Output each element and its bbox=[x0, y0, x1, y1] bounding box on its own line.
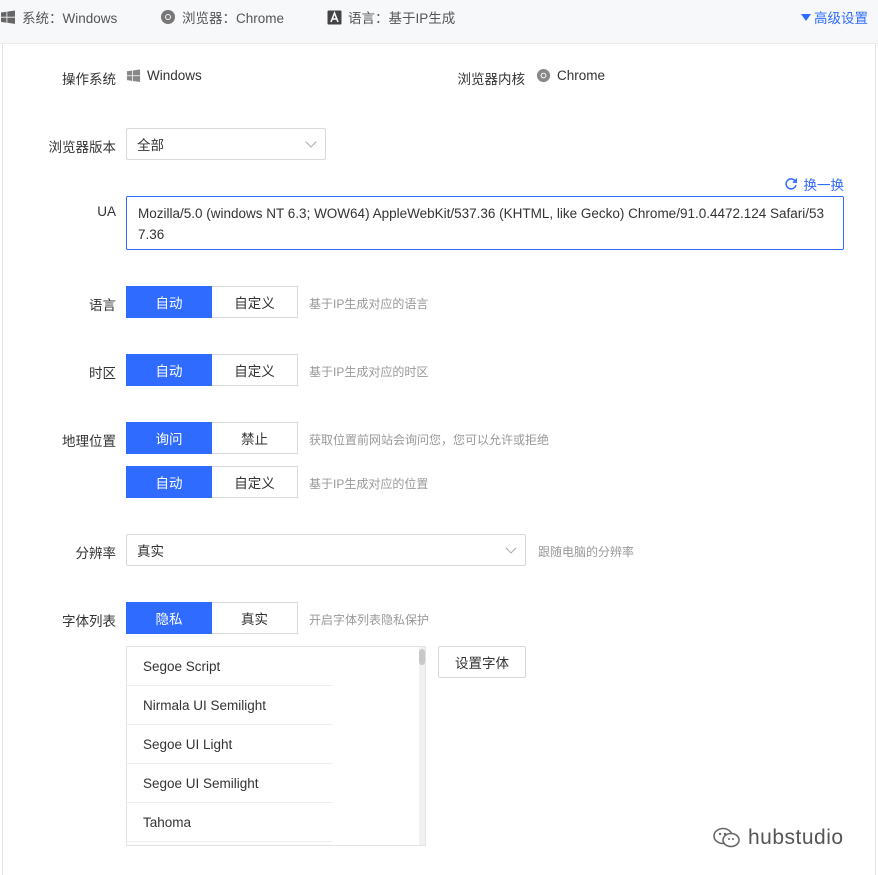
language-icon bbox=[327, 10, 342, 24]
swap-ua-label: 换一换 bbox=[803, 178, 845, 193]
geo-ask-button[interactable]: 询问 bbox=[126, 422, 212, 454]
os-value: Windows bbox=[126, 68, 202, 83]
watermark: hubstudio bbox=[712, 826, 844, 850]
version-label: 浏览器版本 bbox=[48, 140, 117, 155]
resolution-hint: 跟随电脑的分辨率 bbox=[538, 545, 635, 559]
set-fonts-button[interactable]: 设置字体 bbox=[438, 646, 526, 678]
font-list-scrollbar[interactable] bbox=[419, 647, 425, 845]
geo-custom-button[interactable]: 自定义 bbox=[212, 466, 298, 498]
list-item[interactable]: Segoe UI Semilight bbox=[127, 764, 333, 803]
fonts-real-button[interactable]: 真实 bbox=[212, 602, 298, 634]
ua-label: UA bbox=[97, 204, 116, 219]
fonts-privacy-button[interactable]: 隐私 bbox=[126, 602, 212, 634]
timezone-toggle: 自动 自定义 bbox=[126, 354, 298, 386]
fonts-toggle: 隐私 真实 bbox=[126, 602, 298, 634]
kernel-value-text: Chrome bbox=[557, 68, 606, 83]
geo-location-toggle: 自动 自定义 bbox=[126, 466, 298, 498]
fonts-label: 字体列表 bbox=[62, 614, 116, 629]
advanced-settings-toggle[interactable]: 高级设置 bbox=[801, 7, 868, 27]
geo-permission-toggle: 询问 禁止 bbox=[126, 422, 298, 454]
language-label: 语言 bbox=[89, 298, 116, 313]
geo-permission-hint: 获取位置前网站会询问您，您可以允许或拒绝 bbox=[309, 433, 550, 447]
version-select[interactable]: 全部 bbox=[126, 128, 326, 160]
swap-ua-button[interactable]: 换一换 bbox=[784, 174, 845, 194]
kernel-label: 浏览器内核 bbox=[457, 72, 526, 87]
chrome-icon bbox=[161, 10, 175, 24]
chevron-down-icon bbox=[305, 136, 317, 148]
windows-icon bbox=[1, 10, 15, 24]
fonts-hint: 开启字体列表隐私保护 bbox=[309, 613, 430, 627]
list-item[interactable]: Nirmala UI Semilight bbox=[127, 686, 333, 725]
caret-down-icon bbox=[801, 13, 811, 21]
windows-icon bbox=[126, 69, 141, 82]
geo-auto-button[interactable]: 自动 bbox=[126, 466, 212, 498]
list-item[interactable]: Segoe UI Light bbox=[127, 725, 333, 764]
summary-os-text: 系统：Windows bbox=[22, 11, 118, 26]
geo-location-hint: 基于IP生成对应的位置 bbox=[309, 477, 429, 491]
advanced-settings-label: 高级设置 bbox=[814, 11, 868, 26]
timezone-auto-button[interactable]: 自动 bbox=[126, 354, 212, 386]
language-hint: 基于IP生成对应的语言 bbox=[309, 297, 429, 311]
summary-browser-text: 浏览器：Chrome bbox=[182, 11, 285, 26]
language-auto-button[interactable]: 自动 bbox=[126, 286, 212, 318]
geo-deny-button[interactable]: 禁止 bbox=[212, 422, 298, 454]
refresh-icon bbox=[784, 178, 797, 190]
timezone-hint: 基于IP生成对应的时区 bbox=[309, 365, 429, 379]
resolution-select-value: 真实 bbox=[137, 544, 164, 559]
language-custom-button[interactable]: 自定义 bbox=[212, 286, 298, 318]
list-item[interactable]: Tahoma bbox=[127, 803, 333, 842]
os-value-text: Windows bbox=[147, 68, 202, 83]
top-summary-bar: 系统：Windows 浏览器：Chrome 语言：基于IP生成 高级设置 bbox=[0, 0, 878, 44]
chevron-down-icon bbox=[505, 542, 517, 554]
os-label: 操作系统 bbox=[62, 72, 116, 87]
resolution-select[interactable]: 真实 bbox=[126, 534, 526, 566]
list-item[interactable]: Segoe Script bbox=[127, 647, 333, 686]
geo-label: 地理位置 bbox=[62, 434, 116, 449]
scrollbar-thumb[interactable] bbox=[419, 649, 425, 665]
summary-language-text: 语言：基于IP生成 bbox=[348, 11, 456, 26]
timezone-label: 时区 bbox=[89, 366, 116, 381]
wechat-icon bbox=[713, 827, 740, 848]
language-toggle: 自动 自定义 bbox=[126, 286, 298, 318]
chrome-icon bbox=[536, 68, 551, 83]
watermark-text: hubstudio bbox=[748, 826, 844, 849]
ua-textarea[interactable]: Mozilla/5.0 (windows NT 6.3; WOW64) Appl… bbox=[126, 196, 844, 250]
font-list[interactable]: Segoe Script Nirmala UI Semilight Segoe … bbox=[126, 646, 426, 846]
version-select-value: 全部 bbox=[137, 138, 164, 153]
kernel-value: Chrome bbox=[536, 68, 605, 83]
timezone-custom-button[interactable]: 自定义 bbox=[212, 354, 298, 386]
summary-browser: 浏览器：Chrome bbox=[160, 7, 284, 27]
summary-language: 语言：基于IP生成 bbox=[327, 7, 455, 27]
resolution-label: 分辨率 bbox=[75, 546, 117, 561]
summary-os: 系统：Windows bbox=[0, 7, 117, 27]
